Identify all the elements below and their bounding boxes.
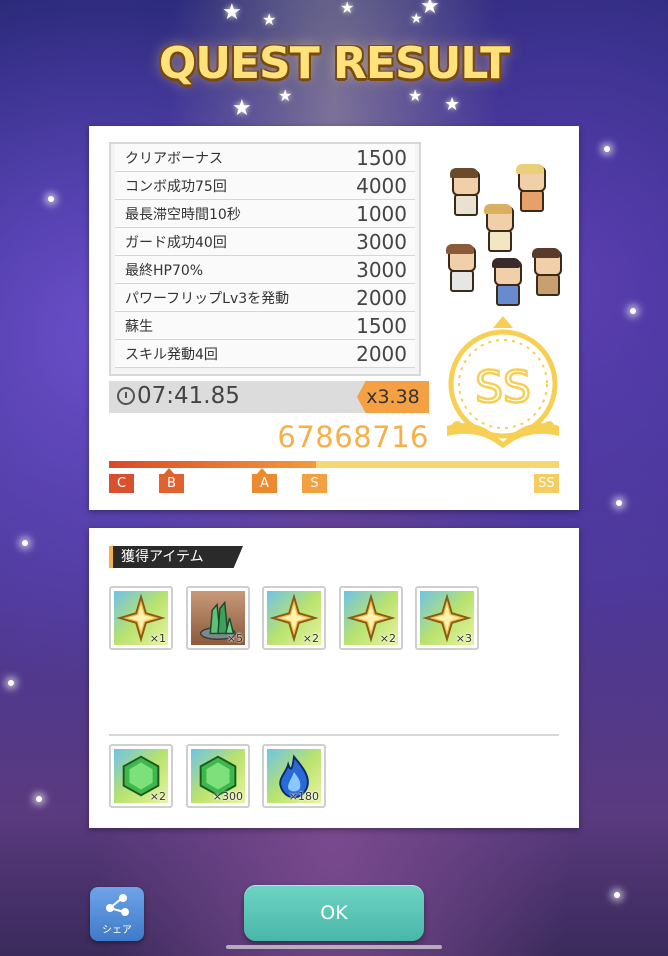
star-icon: ★ [340,0,355,17]
sparkle [630,308,636,314]
bonus-value: 4000 [356,173,407,198]
bonus-row: スキル発動4回 2000 [115,340,415,368]
rank-mark-ss: SS [534,474,559,493]
star-icon: ★ [262,10,277,29]
bonus-row: クリアボーナス 1500 [115,144,415,172]
currency-count: ×2 [149,790,166,803]
item-slot[interactable]: ×3 [415,586,479,650]
page-title: QUEST RESULT [158,38,510,89]
currency-slot[interactable]: ×300 [186,744,250,808]
rank-mark-a: A [252,474,277,493]
character-sprite [483,204,514,252]
star-icon: ★ [408,86,423,105]
currency-count: ×300 [212,790,243,803]
character-sprite [449,168,480,216]
sparkle [614,892,620,898]
bonus-value: 1500 [356,145,407,170]
bonus-row: 蘇生 1500 [115,312,415,340]
acquired-items-header: 獲得アイテム [109,546,243,568]
currency-slot[interactable]: ×180 [262,744,326,808]
items-divider [109,734,559,736]
bonus-value: 3000 [356,229,407,254]
item-slot[interactable]: ×2 [262,586,326,650]
rank-progress-bar [109,461,559,468]
bonus-row: ガード成功40回 3000 [115,228,415,256]
bonus-value: 1500 [356,313,407,338]
sparkle [48,196,54,202]
bonus-value: 1000 [356,201,407,226]
ok-button[interactable]: OK [244,885,424,941]
sparkle [616,500,622,506]
bonus-row: 最終HP70% 3000 [115,256,415,284]
sparkle [8,680,14,686]
bonus-name: ガード成功40回 [125,234,227,251]
sparkle [36,796,42,802]
share-label: シェア [102,925,132,936]
item-slot[interactable]: ×5 [186,586,250,650]
item-count: ×2 [379,632,396,645]
score-multiplier: x3.38 [357,381,429,413]
result-card: クリアボーナス 1500 コンボ成功75回 4000 最長滞空時間10秒 1000 ガ… [89,126,579,510]
items-card: 獲得アイテム ×1 ×5 ×2 ×2 ×3 ×2 ×300 ×180 [89,528,579,828]
bonus-value: 2000 [356,285,407,310]
rank-progress-fill [109,461,316,468]
sparkle [22,540,28,546]
bonus-name: 蘇生 [125,318,153,335]
bonus-list[interactable]: クリアボーナス 1500 コンボ成功75回 4000 最長滞空時間10秒 1000 ガ… [109,142,421,376]
star-icon: ★ [278,86,293,105]
rank-mark-b: B [159,474,184,493]
bonus-name: 最長滞空時間10秒 [125,206,241,223]
sparkle [604,146,610,152]
total-score: 67868716 [277,420,429,454]
currency-count: ×180 [288,790,319,803]
item-count: ×1 [149,632,166,645]
character-sprite [491,258,522,306]
bonus-name: クリアボーナス [125,150,223,167]
character-sprite [515,164,546,212]
rank-emblem-ss: SS [447,316,559,448]
bonus-name: コンボ成功75回 [125,178,227,195]
star-icon: ★ [232,96,252,121]
item-count: ×3 [455,632,472,645]
character-sprite [445,244,476,292]
home-indicator [226,945,442,949]
bonus-row: 最長滞空時間10秒 1000 [115,200,415,228]
party-portraits [437,156,567,316]
star-icon: ★ [420,0,440,19]
rank-mark-s: S [302,474,327,493]
bonus-row: パワーフリップLv3を発動 2000 [115,284,415,312]
bonus-value: 3000 [356,257,407,282]
star-icon: ★ [444,94,461,115]
clear-time: 07:41.85 [137,383,240,409]
item-slot[interactable]: ×2 [339,586,403,650]
bonus-name: 最終HP70% [125,262,204,279]
character-sprite [531,248,562,296]
item-count: ×2 [302,632,319,645]
star-icon: ★ [222,0,242,25]
share-icon [106,894,129,916]
bonus-name: パワーフリップLv3を発動 [125,290,290,307]
rank-mark-c: C [109,474,134,493]
share-button[interactable]: シェア [90,887,144,941]
bonus-row: コンボ成功75回 4000 [115,172,415,200]
bonus-value: 2000 [356,341,407,366]
rank-grade-text: SS [475,362,531,413]
item-slot[interactable]: ×1 [109,586,173,650]
currency-slot[interactable]: ×2 [109,744,173,808]
stopwatch-icon [117,387,135,405]
bonus-name: スキル発動4回 [125,346,218,363]
item-count: ×5 [226,632,243,645]
clear-time-bar: 07:41.85 x3.38 [109,381,429,413]
